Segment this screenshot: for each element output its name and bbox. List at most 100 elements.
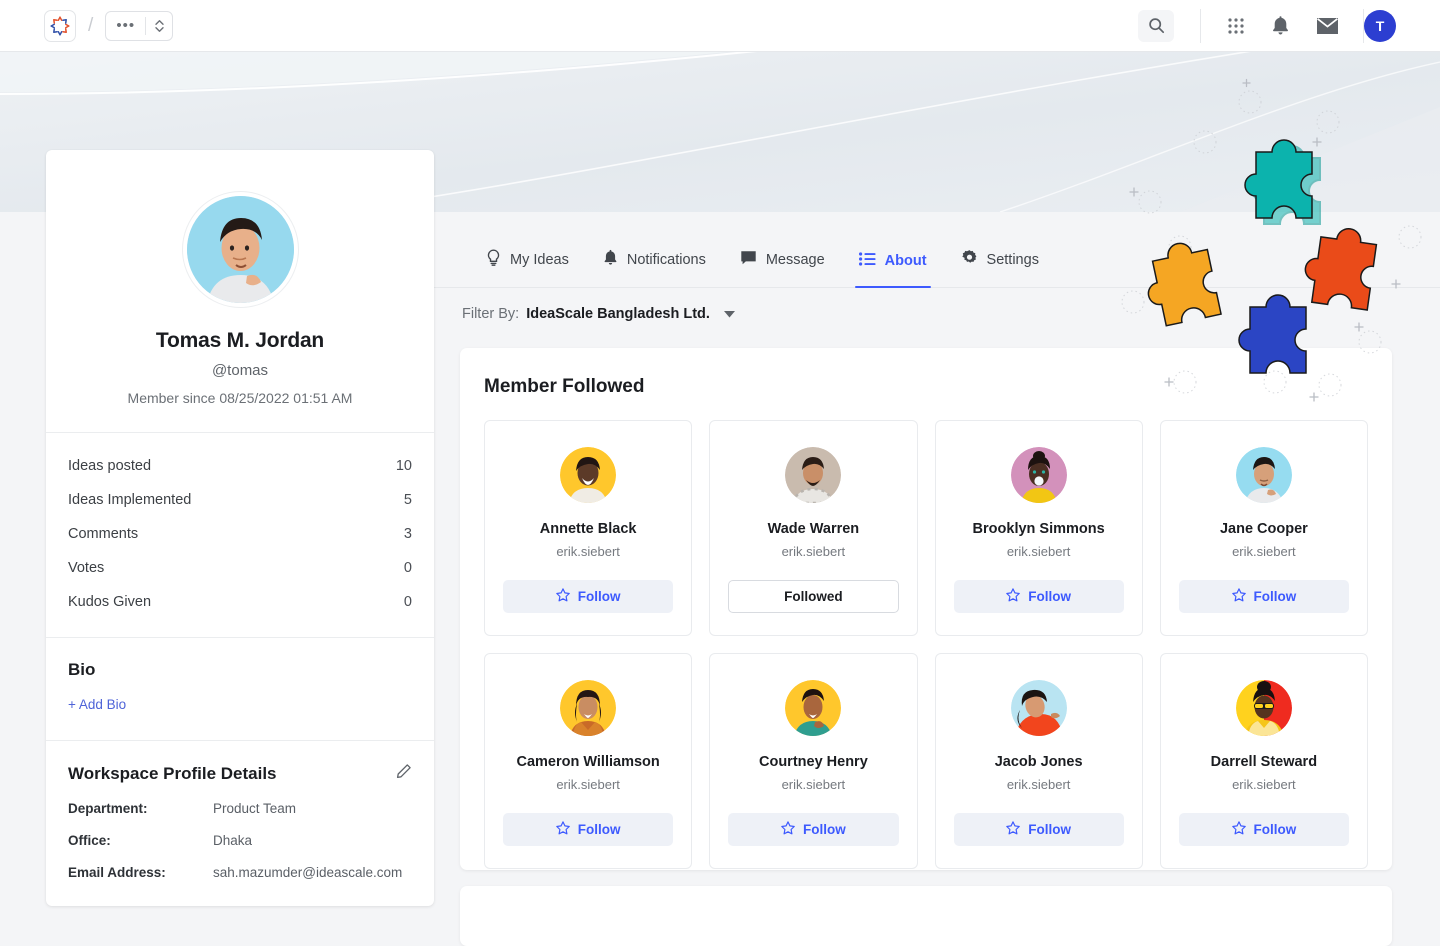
member-username: erik.siebert (954, 544, 1124, 559)
pencil-edit-icon[interactable] (396, 763, 412, 784)
tab-label: Settings (987, 252, 1039, 268)
followed-button[interactable]: Followed (728, 580, 898, 613)
stat-row: Votes 0 (68, 551, 412, 585)
follow-button-label: Follow (578, 589, 621, 604)
member-card[interactable]: Wade Warren erik.siebert Followed (709, 420, 917, 636)
avatar (1236, 447, 1292, 503)
member-username: erik.siebert (728, 777, 898, 792)
follow-button[interactable]: Follow (503, 580, 673, 613)
tab-notifications[interactable]: Notifications (586, 249, 723, 287)
star-outline-icon (1232, 821, 1246, 838)
stat-row: Ideas Implemented 5 (68, 483, 412, 517)
avatar (560, 447, 616, 503)
member-name: Darrell Steward (1179, 754, 1349, 770)
detail-value: Dhaka (213, 833, 252, 848)
member-name: Annette Black (503, 521, 673, 537)
avatar (785, 680, 841, 736)
followed-button-label: Followed (784, 589, 843, 604)
follow-button[interactable]: Follow (954, 580, 1124, 613)
tab-about[interactable]: About (842, 252, 944, 287)
stat-value: 3 (404, 526, 412, 542)
follow-button[interactable]: Follow (1179, 580, 1349, 613)
avatar (785, 447, 841, 503)
stat-value: 5 (404, 492, 412, 508)
add-bio-link[interactable]: + Add Bio (68, 697, 126, 712)
chevron-down-icon[interactable] (724, 306, 735, 322)
tab-label: Notifications (627, 252, 706, 268)
member-name: Jacob Jones (954, 754, 1124, 770)
breadcrumb-selector[interactable]: ••• (105, 11, 173, 41)
workspace-detail-row: Office: Dhaka (68, 833, 412, 848)
member-card[interactable]: Darrell Steward erik.siebert Follow (1160, 653, 1368, 869)
filter-bar[interactable]: Filter By: IdeaScale Bangladesh Ltd. (462, 306, 735, 322)
detail-value: Product Team (213, 801, 296, 816)
follow-button[interactable]: Follow (1179, 813, 1349, 846)
member-name: Brooklyn Simmons (954, 521, 1124, 537)
topbar-icon-group (1201, 15, 1363, 36)
chevron-updown-icon[interactable] (146, 18, 172, 34)
stat-value: 0 (404, 560, 412, 576)
workspace-detail-row: Department: Product Team (68, 801, 412, 816)
topbar-right-group: T (1138, 0, 1440, 52)
member-username: erik.siebert (1179, 544, 1349, 559)
member-name: Wade Warren (728, 521, 898, 537)
follow-button[interactable]: Follow (503, 813, 673, 846)
member-card[interactable]: Courtney Henry erik.siebert Follow (709, 653, 917, 869)
star-outline-icon (1006, 821, 1020, 838)
tab-settings[interactable]: Settings (944, 249, 1056, 287)
filter-selected-value: IdeaScale Bangladesh Ltd. (526, 306, 710, 322)
detail-value: sah.mazumder@ideascale.com (213, 865, 402, 880)
profile-stats-list: Ideas posted 10 Ideas Implemented 5 Comm… (46, 433, 434, 637)
stat-row: Comments 3 (68, 517, 412, 551)
follow-button-label: Follow (1028, 822, 1071, 837)
ideascale-burst-logo-icon[interactable] (44, 10, 76, 42)
avatar (560, 680, 616, 736)
follow-button[interactable]: Follow (728, 813, 898, 846)
apps-grid-icon[interactable] (1227, 17, 1245, 35)
member-username: erik.siebert (503, 777, 673, 792)
breadcrumb-separator: / (88, 15, 93, 37)
breadcrumb-dots-label: ••• (106, 21, 145, 31)
profile-header: Tomas M. Jordan @tomas Member since 08/2… (46, 150, 434, 432)
topbar-left-group: / ••• (0, 10, 173, 42)
member-followed-card: Member Followed Annette Black erik.siebe… (460, 348, 1392, 870)
tab-my-ideas[interactable]: My Ideas (469, 249, 586, 287)
bell-icon (603, 249, 618, 270)
tab-label: My Ideas (510, 252, 569, 268)
section-title: Member Followed (484, 376, 1368, 398)
detail-key: Email Address: (68, 865, 213, 880)
workspace-detail-row: Email Address: sah.mazumder@ideascale.co… (68, 865, 412, 880)
stat-label: Ideas posted (68, 458, 151, 474)
next-section-card (460, 886, 1392, 946)
stat-value: 10 (396, 458, 412, 474)
page-title: Tomas M. Jordan (66, 329, 414, 353)
top-navigation-bar: / ••• (0, 0, 1440, 52)
gear-icon (961, 249, 978, 270)
member-card[interactable]: Brooklyn Simmons erik.siebert Follow (935, 420, 1143, 636)
stat-label: Votes (68, 560, 104, 576)
search-icon[interactable] (1138, 10, 1174, 42)
member-username: erik.siebert (728, 544, 898, 559)
avatar (1011, 680, 1067, 736)
profile-sidebar-card: Tomas M. Jordan @tomas Member since 08/2… (46, 150, 434, 906)
profile-member-since: Member since 08/25/2022 01:51 AM (66, 390, 414, 406)
member-card[interactable]: Cameron Williamson erik.siebert Follow (484, 653, 692, 869)
member-card[interactable]: Annette Black erik.siebert Follow (484, 420, 692, 636)
member-card[interactable]: Jane Cooper erik.siebert Follow (1160, 420, 1368, 636)
follow-button-label: Follow (1254, 822, 1297, 837)
member-card[interactable]: Jacob Jones erik.siebert Follow (935, 653, 1143, 869)
detail-key: Office: (68, 833, 213, 848)
star-outline-icon (1006, 588, 1020, 605)
user-avatar[interactable]: T (1364, 10, 1396, 42)
members-grid: Annette Black erik.siebert Follow (484, 420, 1368, 869)
stat-row: Ideas posted 10 (68, 449, 412, 483)
star-outline-icon (781, 821, 795, 838)
follow-button[interactable]: Follow (954, 813, 1124, 846)
bell-icon[interactable] (1271, 15, 1290, 36)
mail-icon[interactable] (1316, 17, 1339, 35)
message-icon (740, 250, 757, 270)
tab-message[interactable]: Message (723, 250, 842, 287)
follow-button-label: Follow (578, 822, 621, 837)
member-username: erik.siebert (503, 544, 673, 559)
profile-avatar[interactable] (183, 192, 298, 307)
